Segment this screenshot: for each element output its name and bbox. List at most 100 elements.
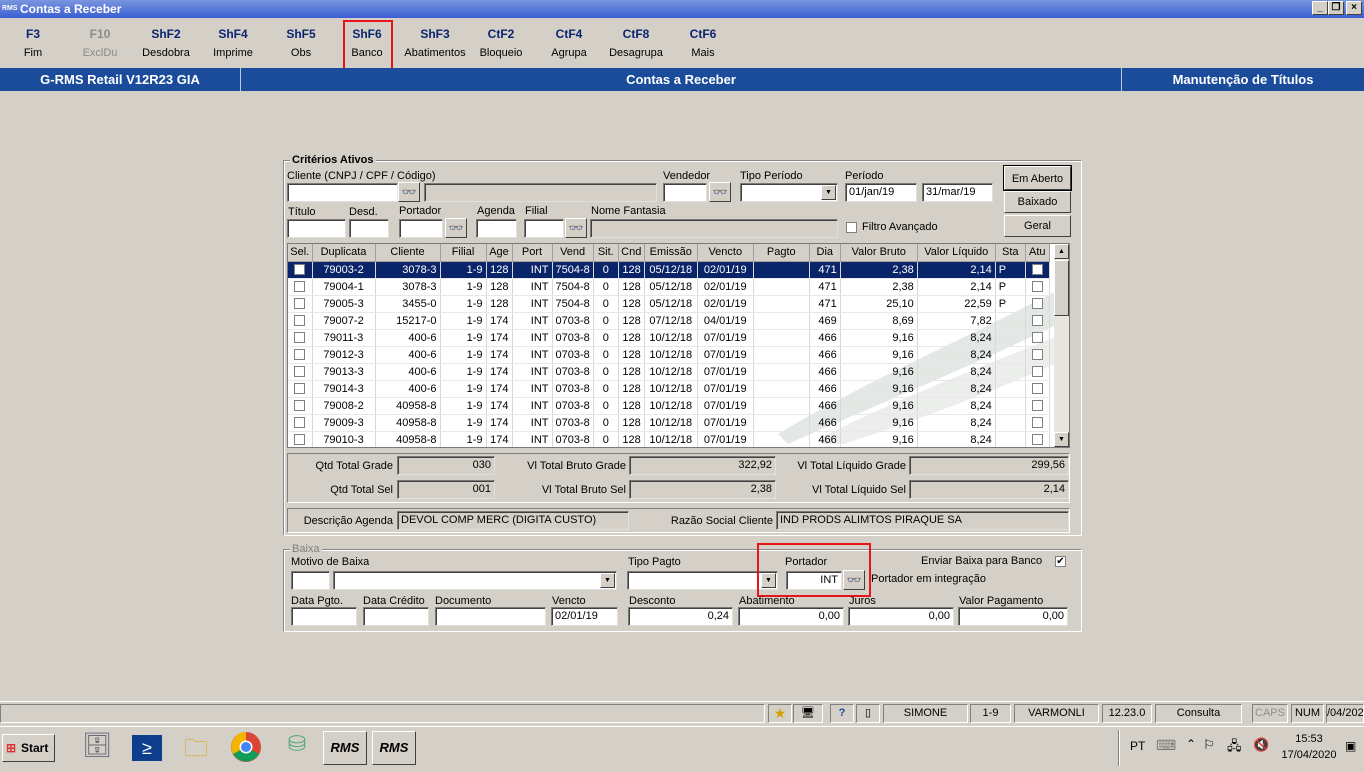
portador-search-binoculars-icon[interactable]: 👓 [445,218,467,238]
row-select-checkbox[interactable] [294,417,306,429]
database-tool-icon[interactable]: ⛁ [278,731,316,765]
table-row[interactable]: 79007-2 15217-0 1-9 174 INT 0703-8 0 128 07/12/1… [288,312,1050,330]
toolbar-agrupa-button[interactable]: CtF4 Agrupa [537,25,601,63]
table-row[interactable]: 79003-2 3078-3 1-9 128 INT 7504-8 0 128 05/12/18… [288,261,1050,279]
scroll-thumb[interactable] [1054,260,1069,316]
row-select-checkbox[interactable] [294,383,306,395]
row-select-checkbox[interactable] [294,298,306,310]
row-atu-cell[interactable] [1025,261,1050,279]
titulo-input[interactable] [287,219,346,238]
col-header-valor-liquido[interactable]: Valor Líquido [917,244,996,262]
col-header-sel[interactable]: Sel. [288,244,313,262]
data-credito-input[interactable] [363,607,429,626]
row-atu-checkbox[interactable] [1031,383,1043,395]
row-atu-checkbox[interactable] [1031,264,1043,276]
row-atu-checkbox[interactable] [1031,366,1043,378]
powershell-icon[interactable]: ≥ [132,735,162,761]
valor-pagamento-input[interactable]: 0,00 [958,607,1068,626]
vendedor-search-binoculars-icon[interactable]: 👓 [709,182,731,202]
row-atu-cell[interactable] [1025,363,1050,381]
action-center-flag-icon[interactable]: ⚐ [1203,737,1215,753]
toolbar-excldu-button[interactable]: F10 ExclDu [68,25,132,63]
table-row[interactable]: 79004-1 3078-3 1-9 128 INT 7504-8 0 128 05/12/18… [288,278,1050,296]
baixado-button[interactable]: Baixado [1004,191,1071,213]
col-header-emissao[interactable]: Emissão [644,244,698,262]
vendedor-input[interactable] [663,183,707,202]
toolbar-fim-button[interactable]: F3 Fim [1,25,65,63]
row-select-cell[interactable] [288,329,313,347]
row-atu-cell[interactable] [1025,431,1050,447]
row-atu-cell[interactable] [1025,329,1050,347]
row-atu-cell[interactable] [1025,397,1050,415]
row-select-cell[interactable] [288,397,313,415]
tray-expand-icon[interactable]: ⌃ [1186,737,1196,751]
row-atu-checkbox[interactable] [1031,400,1043,412]
cliente-search-binoculars-icon[interactable]: 👓 [398,182,420,202]
grid-vertical-scrollbar[interactable]: ▲ ▼ [1054,244,1069,447]
row-atu-checkbox[interactable] [1031,298,1043,310]
row-atu-cell[interactable] [1025,414,1050,432]
clipboard-icon[interactable]: ▯ [856,704,880,723]
filial-search-binoculars-icon[interactable]: 👓 [565,218,587,238]
periodo-de-input[interactable]: 01/jan/19 [845,183,917,202]
toolbar-desagrupa-button[interactable]: CtF8 Desagrupa [603,25,669,63]
clock-date[interactable]: 17/04/2020 [1280,749,1338,761]
toolbar-imprime-button[interactable]: ShF4 Imprime [201,25,265,63]
col-header-pagto[interactable]: Pagto [753,244,810,262]
table-row[interactable]: 79011-3 400-6 1-9 174 INT 0703-8 0 128 10/12/18 0… [288,329,1050,347]
row-select-cell[interactable] [288,431,313,447]
motivo-baixa-dropdown-icon[interactable]: ▼ [600,573,615,588]
cliente-input[interactable] [287,183,398,202]
row-atu-checkbox[interactable] [1031,281,1043,293]
table-row[interactable]: 79014-3 400-6 1-9 174 INT 0703-8 0 128 10/12/18 0… [288,380,1050,398]
col-header-dia[interactable]: Dia [809,244,841,262]
row-select-checkbox[interactable] [294,264,306,276]
chrome-icon[interactable] [227,731,265,765]
table-row[interactable]: 79012-3 400-6 1-9 174 INT 0703-8 0 128 10/12/18 0… [288,346,1050,364]
row-select-cell[interactable] [288,363,313,381]
table-row[interactable]: 79013-3 400-6 1-9 174 INT 0703-8 0 128 10/12/18 0… [288,363,1050,381]
col-header-sit[interactable]: Sit. [593,244,619,262]
table-row[interactable]: 79009-3 40958-8 1-9 174 INT 0703-8 0 128 10/12/1… [288,414,1050,432]
motivo-baixa-select[interactable] [333,571,617,590]
row-atu-checkbox[interactable] [1031,349,1043,361]
portador-filter-input[interactable] [399,219,443,238]
desconto-input[interactable]: 0,24 [628,607,733,626]
language-indicator[interactable]: PT [1130,739,1145,753]
row-atu-cell[interactable] [1025,346,1050,364]
enviar-baixa-checkbox[interactable]: ✔ [1055,556,1066,567]
favorite-star-icon[interactable]: ★ [768,704,792,723]
row-select-checkbox[interactable] [294,434,306,446]
em-aberto-button[interactable]: Em Aberto [1003,165,1072,191]
row-select-checkbox[interactable] [294,349,306,361]
col-header-cnd[interactable]: Cnd [618,244,645,262]
row-atu-checkbox[interactable] [1031,434,1043,446]
row-select-checkbox[interactable] [294,400,306,412]
col-header-vend[interactable]: Vend [552,244,594,262]
table-row[interactable]: 79008-2 40958-8 1-9 174 INT 0703-8 0 128 10/12/1… [288,397,1050,415]
row-select-cell[interactable] [288,380,313,398]
desd-input[interactable] [349,219,389,238]
geral-button[interactable]: Geral [1004,215,1071,237]
juros-input[interactable]: 0,00 [848,607,954,626]
filial-input[interactable] [524,219,564,238]
row-select-checkbox[interactable] [294,366,306,378]
vencto-input[interactable]: 02/01/19 [551,607,618,626]
row-select-cell[interactable] [288,295,313,313]
periodo-ate-input[interactable]: 31/mar/19 [922,183,993,202]
rms-taskbar-button-1[interactable]: RMS [323,731,367,765]
row-select-checkbox[interactable] [294,332,306,344]
col-header-valor-bruto[interactable]: Valor Bruto [840,244,918,262]
volume-muted-icon[interactable]: 🔇 [1253,737,1269,753]
col-header-filial[interactable]: Filial [440,244,487,262]
col-header-port[interactable]: Port [512,244,553,262]
filtro-avancado-checkbox[interactable] [846,222,857,233]
scroll-down-icon[interactable]: ▼ [1054,432,1069,447]
toolbar-desdobra-button[interactable]: ShF2 Desdobra [134,25,198,63]
row-select-cell[interactable] [288,261,313,279]
file-explorer-icon[interactable]: 🗀 [177,731,215,765]
server-manager-icon[interactable]: 🗄 [78,731,116,765]
agenda-input[interactable] [476,219,517,238]
toolbar-bloqueio-button[interactable]: CtF2 Bloqueio [469,25,533,63]
row-atu-cell[interactable] [1025,312,1050,330]
